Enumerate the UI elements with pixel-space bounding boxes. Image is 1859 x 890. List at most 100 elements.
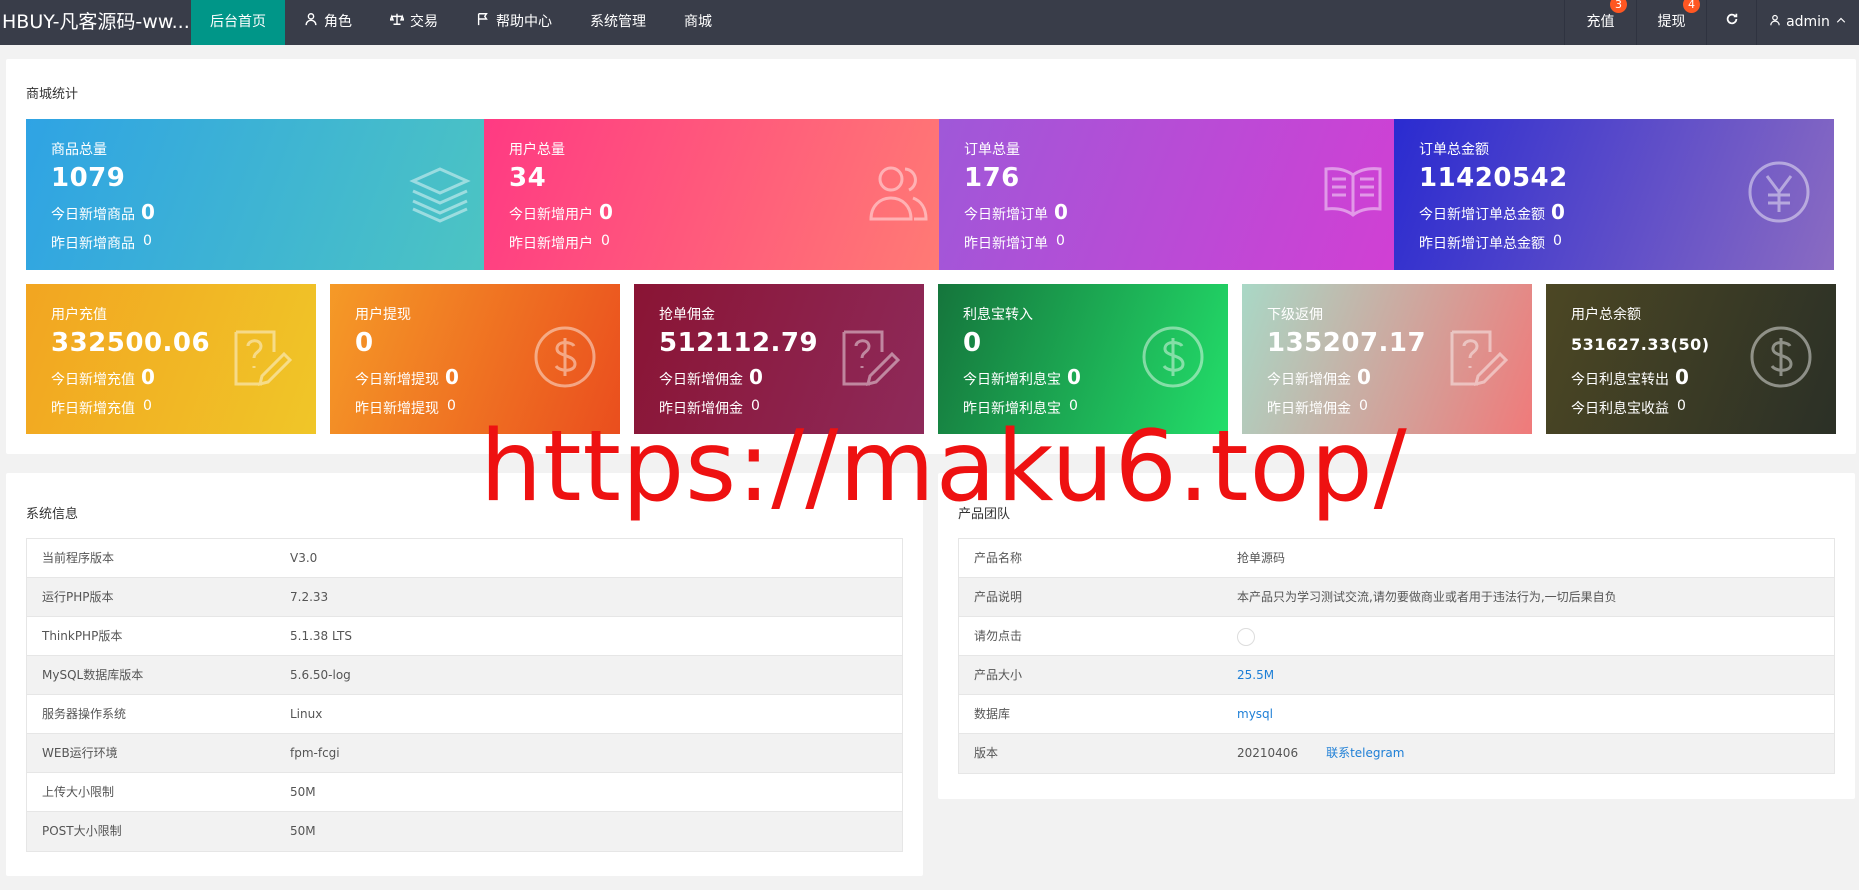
user-icon — [304, 0, 318, 45]
admin-label: admin — [1786, 14, 1830, 30]
nav-trade[interactable]: 交易 — [371, 0, 457, 45]
circle-badge-icon[interactable] — [1237, 627, 1255, 646]
stat-yesterday: 昨日新增利息宝 0 — [963, 398, 1078, 418]
row-value-cell: 50M — [290, 812, 316, 851]
stat-label: 抢单佣金 — [659, 307, 715, 323]
table-row: 数据库 mysql — [959, 695, 1834, 734]
nav-system[interactable]: 系统管理 — [571, 0, 665, 45]
row-value-cell — [1237, 617, 1255, 655]
row-value-cell: 20210406 联系telegram — [1237, 734, 1404, 773]
row-value: 本产品只为学习测试交流,请勿要做商业或者用于违法行为,一切后果自负 — [1237, 590, 1617, 604]
row-value[interactable]: mysql — [1237, 707, 1273, 721]
stat-yesterday-value: 0 — [1553, 233, 1562, 249]
stat-value: 512112.79 — [659, 328, 819, 358]
stat-today: 今日新增订单总金额 0 — [1419, 200, 1565, 224]
row-value-cell: Linux — [290, 695, 322, 733]
table-row: 请勿点击 — [959, 617, 1834, 656]
stat-yesterday-label: 昨日新增订单总金额 — [1419, 236, 1545, 252]
users-icon — [865, 159, 931, 225]
row-key: WEB运行环境 — [42, 746, 118, 760]
stat-yesterday: 昨日新增佣金 0 — [1267, 398, 1368, 418]
question-edit-icon — [836, 324, 902, 390]
row-value-cell: fpm-fcgi — [290, 734, 340, 772]
withdraw-button[interactable]: 提现 4 — [1636, 0, 1706, 45]
admin-menu[interactable]: admin — [1756, 0, 1859, 45]
row-key: 产品大小 — [974, 668, 1023, 682]
top-header: HBUY-凡客源码-ww... 后台首页 角色 交易 帮助中心 系统管理 商城 … — [0, 0, 1859, 45]
stat-yesterday: 今日利息宝收益 0 — [1571, 398, 1686, 418]
withdraw-badge: 4 — [1683, 0, 1700, 13]
stat-yesterday-value: 0 — [447, 398, 456, 414]
stat-yesterday: 昨日新增订单 0 — [964, 233, 1065, 253]
row-value: V3.0 — [290, 551, 318, 565]
row-key: 产品名称 — [974, 551, 1023, 565]
stat-today-value: 0 — [1551, 200, 1565, 224]
refresh-icon — [1725, 0, 1739, 45]
stat-yesterday-label: 昨日新增佣金 — [659, 401, 743, 417]
stat-label: 用户总量 — [509, 142, 565, 158]
site-logo[interactable]: HBUY-凡客源码-ww... — [0, 0, 191, 45]
stat-today-value: 0 — [1675, 365, 1689, 389]
product-info-table: 产品名称 抢单源码 产品说明 本产品只为学习测试交流,请勿要做商业或者用于违法行为… — [958, 538, 1835, 774]
stat-card: 抢单佣金 512112.79 今日新增佣金 0 昨日新增佣金 0 — [634, 284, 924, 434]
stat-today-label: 今日新增用户 — [509, 207, 593, 223]
contact-telegram-link[interactable]: 联系telegram — [1326, 746, 1404, 760]
stat-value: 0 — [355, 328, 374, 358]
stat-today-label: 今日新增商品 — [51, 207, 135, 223]
stat-today: 今日新增订单 0 — [964, 200, 1068, 224]
stat-today-value: 0 — [141, 365, 155, 389]
recharge-button[interactable]: 充值 3 — [1564, 0, 1636, 45]
nav-home[interactable]: 后台首页 — [191, 0, 285, 45]
refresh-button[interactable] — [1706, 0, 1756, 45]
stat-today: 今日新增提现 0 — [355, 365, 459, 389]
row-key: ThinkPHP版本 — [42, 629, 123, 643]
table-row: 当前程序版本 V3.0 — [27, 539, 902, 578]
stat-today-value: 0 — [1067, 365, 1081, 389]
table-row: 服务器操作系统 Linux — [27, 695, 902, 734]
main-nav: 后台首页 角色 交易 帮助中心 系统管理 商城 — [191, 0, 731, 45]
yen-icon — [1746, 159, 1812, 225]
stat-yesterday: 昨日新增佣金 0 — [659, 398, 760, 418]
row-key: 产品说明 — [974, 590, 1023, 604]
stat-today-value: 0 — [749, 365, 763, 389]
withdraw-label: 提现 — [1657, 14, 1686, 30]
stat-value: 0 — [963, 328, 982, 358]
nav-role[interactable]: 角色 — [285, 0, 371, 45]
row-value-cell: 5.1.38 LTS — [290, 617, 352, 655]
stat-today-value: 0 — [445, 365, 459, 389]
row-value-cell: 本产品只为学习测试交流,请勿要做商业或者用于违法行为,一切后果自负 — [1237, 578, 1617, 616]
header-right: 充值 3 提现 4 admin — [1564, 0, 1859, 45]
stat-today-label: 今日新增佣金 — [1267, 372, 1351, 388]
table-row: 产品说明 本产品只为学习测试交流,请勿要做商业或者用于违法行为,一切后果自负 — [959, 578, 1834, 617]
stat-yesterday-label: 今日利息宝收益 — [1571, 401, 1669, 417]
nav-help[interactable]: 帮助中心 — [457, 0, 571, 45]
row-value: 50M — [290, 785, 316, 799]
stat-today-value: 0 — [599, 200, 613, 224]
stat-today: 今日新增利息宝 0 — [963, 365, 1081, 389]
table-row: POST大小限制 50M — [27, 812, 902, 851]
row-value-cell: 5.6.50-log — [290, 656, 351, 694]
row-key: POST大小限制 — [42, 824, 122, 838]
row-key: 请勿点击 — [974, 629, 1023, 643]
stat-label: 订单总金额 — [1419, 142, 1489, 158]
chevron-up-icon — [1835, 0, 1847, 45]
stat-card: 订单总金额 11420542 今日新增订单总金额 0 昨日新增订单总金额 0 — [1394, 119, 1834, 270]
table-row: ThinkPHP版本 5.1.38 LTS — [27, 617, 902, 656]
stat-card: 用户充值 332500.06 今日新增充值 0 昨日新增充值 0 — [26, 284, 316, 434]
question-edit-icon — [228, 324, 294, 390]
dollar-icon — [532, 324, 598, 390]
row-value: 20210406 — [1237, 746, 1299, 760]
nav-home-label: 后台首页 — [210, 14, 266, 30]
stat-yesterday-label: 昨日新增佣金 — [1267, 401, 1351, 417]
stat-card: 用户提现 0 今日新增提现 0 昨日新增提现 0 — [330, 284, 620, 434]
table-row: 上传大小限制 50M — [27, 773, 902, 812]
stat-label: 订单总量 — [964, 142, 1020, 158]
row-value: Linux — [290, 707, 323, 721]
stat-yesterday-value: 0 — [143, 233, 152, 249]
nav-mall[interactable]: 商城 — [665, 0, 731, 45]
table-row: WEB运行环境 fpm-fcgi — [27, 734, 902, 773]
stat-yesterday-value: 0 — [143, 398, 152, 414]
stat-label: 用户提现 — [355, 307, 411, 323]
row-value[interactable]: 25.5M — [1237, 668, 1274, 682]
stat-label: 用户总余额 — [1571, 307, 1641, 323]
